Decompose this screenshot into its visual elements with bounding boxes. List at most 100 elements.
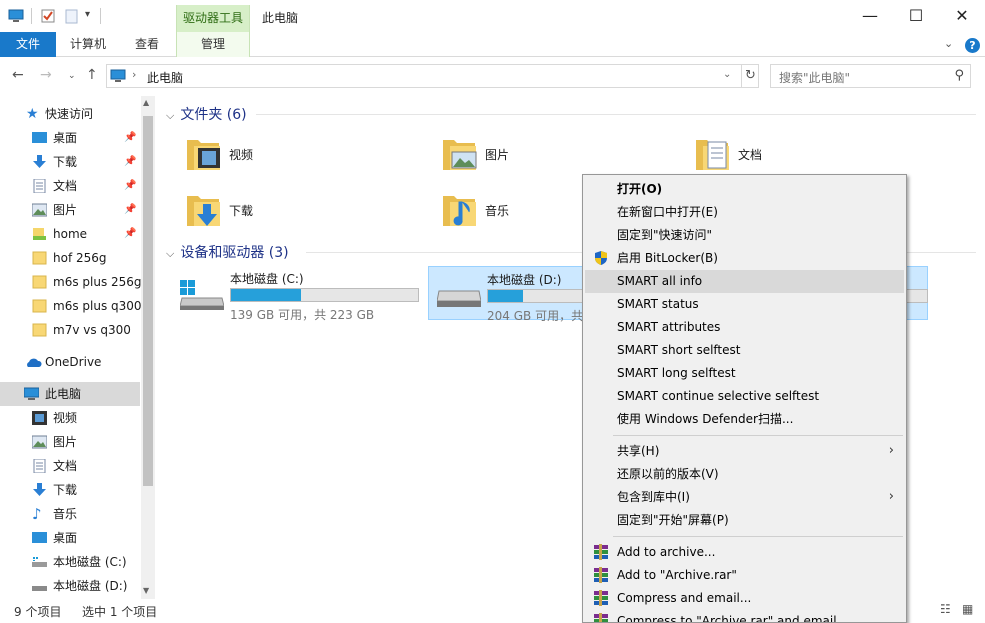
folder-downloads[interactable]: 下载 xyxy=(184,186,434,234)
sidebar-item-downloads-pc[interactable]: 下载 xyxy=(0,478,140,502)
tab-file[interactable]: 文件 xyxy=(0,32,56,57)
address-dropdown-icon[interactable]: ⌄ xyxy=(723,69,731,80)
menu-item[interactable]: Compress and email... xyxy=(585,587,904,610)
document-folder-icon xyxy=(696,140,729,170)
tab-manage[interactable]: 管理 xyxy=(176,32,250,57)
menu-item[interactable]: SMART all info xyxy=(585,270,904,293)
sidebar-item-music[interactable]: ♪ 音乐 xyxy=(0,502,140,526)
sidebar-item-desktop[interactable]: 桌面 📌 xyxy=(0,126,140,150)
sidebar-item-pictures[interactable]: 图片 📌 xyxy=(0,198,140,222)
sidebar-item-documents[interactable]: 文档 📌 xyxy=(0,174,140,198)
sidebar-item-onedrive[interactable]: OneDrive xyxy=(0,350,140,374)
chevron-down-icon[interactable]: ⌵ xyxy=(166,247,174,260)
forward-icon[interactable]: → xyxy=(40,67,52,83)
menu-item[interactable]: 在新窗口中打开(E) xyxy=(585,201,904,224)
pin-icon[interactable]: 📌 xyxy=(124,222,136,246)
details-view-icon[interactable]: ☷ xyxy=(940,602,956,616)
sidebar-item-m6s-q300[interactable]: m6s plus q300 xyxy=(0,294,142,318)
menu-item[interactable]: 还原以前的版本(V) xyxy=(585,463,904,486)
sidebar-item-this-pc[interactable]: 此电脑 xyxy=(0,382,140,406)
computer-icon[interactable] xyxy=(8,8,24,24)
folder-videos[interactable]: 视频 xyxy=(184,130,434,178)
pin-icon[interactable]: 📌 xyxy=(124,198,136,222)
pin-icon[interactable]: 📌 xyxy=(124,150,136,174)
sidebar-item-downloads[interactable]: 下载 📌 xyxy=(0,150,140,174)
menu-item-label: SMART continue selective selftest xyxy=(617,389,820,403)
menu-item-label: 启用 BitLocker(B) xyxy=(617,251,718,265)
breadcrumb[interactable]: 此电脑 xyxy=(147,69,183,86)
address-bar[interactable]: › 此电脑 ⌄ ↻ xyxy=(106,64,759,88)
refresh-icon[interactable]: ↻ xyxy=(741,65,759,87)
menu-item[interactable]: Compress to "Archive.rar" and email xyxy=(585,610,904,622)
scrollbar-thumb[interactable] xyxy=(143,116,153,486)
winrar-icon xyxy=(594,544,608,560)
sidebar-scrollbar[interactable]: ▲ ▼ xyxy=(141,96,155,599)
menu-item[interactable]: SMART continue selective selftest xyxy=(585,385,904,408)
menu-item[interactable]: SMART short selftest xyxy=(585,339,904,362)
folder-documents[interactable]: 文档 xyxy=(693,130,943,178)
folder-pictures[interactable]: 图片 xyxy=(440,130,690,178)
folder-icon xyxy=(32,323,47,337)
sidebar-item-drive-d[interactable]: 本地磁盘 (D:) xyxy=(0,574,140,598)
pin-icon[interactable]: 📌 xyxy=(124,174,136,198)
sidebar-item-pictures-pc[interactable]: 图片 xyxy=(0,430,140,454)
search-input[interactable]: 搜索"此电脑" ⚲ xyxy=(770,64,971,88)
sidebar-item-m6s-256g[interactable]: m6s plus 256g xyxy=(0,270,142,294)
menu-item-label: Add to "Archive.rar" xyxy=(617,568,737,582)
menu-item[interactable]: 启用 BitLocker(B) xyxy=(585,247,904,270)
separator xyxy=(100,8,101,24)
maximize-button[interactable]: ☐ xyxy=(893,0,939,32)
sidebar-item-documents-pc[interactable]: 文档 xyxy=(0,454,140,478)
menu-item-label: SMART all info xyxy=(617,274,703,288)
download-folder-icon xyxy=(187,196,220,226)
drives-group-header[interactable]: ⌵ 设备和驱动器 (3) xyxy=(166,242,289,262)
winrar-icon xyxy=(594,613,608,622)
menu-item[interactable]: Add to "Archive.rar" xyxy=(585,564,904,587)
properties-icon[interactable] xyxy=(40,8,56,24)
download-icon xyxy=(33,155,46,168)
menu-item[interactable]: SMART long selftest xyxy=(585,362,904,385)
sidebar-item-desktop-pc[interactable]: 桌面 xyxy=(0,526,140,550)
sidebar-item-videos[interactable]: 视频 xyxy=(0,406,140,430)
menu-item[interactable]: 固定到"开始"屏幕(P) xyxy=(585,509,904,532)
folders-group-header[interactable]: ⌵ 文件夹 (6) xyxy=(166,104,247,124)
menu-item[interactable]: 打开(O) xyxy=(585,178,904,201)
picture-icon xyxy=(32,435,47,449)
sidebar-item-home[interactable]: home 📌 xyxy=(0,222,140,246)
menu-item[interactable]: SMART attributes xyxy=(585,316,904,339)
back-icon[interactable]: ← xyxy=(12,67,24,83)
scroll-up-icon[interactable]: ▲ xyxy=(143,98,149,107)
search-icon[interactable]: ⚲ xyxy=(954,68,964,83)
up-icon[interactable]: ↑ xyxy=(86,67,98,83)
close-button[interactable]: ✕ xyxy=(939,0,985,32)
winrar-icon xyxy=(594,567,608,583)
menu-item[interactable]: Add to archive... xyxy=(585,541,904,564)
sidebar-item-quick-access[interactable]: ★ 快速访问 xyxy=(0,102,140,126)
scroll-down-icon[interactable]: ▼ xyxy=(143,586,149,595)
tab-computer[interactable]: 计算机 xyxy=(60,32,116,57)
drive-c[interactable]: 本地磁盘 (C:) 139 GB 可用，共 223 GB xyxy=(172,266,419,322)
menu-item[interactable]: 共享(H) › xyxy=(585,440,904,463)
ribbon-expand-icon[interactable]: ⌄ xyxy=(944,37,953,50)
sidebar-item-hof[interactable]: hof 256g xyxy=(0,246,140,270)
pin-icon[interactable]: 📌 xyxy=(124,126,136,150)
menu-item-label: Add to archive... xyxy=(617,545,716,559)
minimize-button[interactable]: — xyxy=(847,0,893,32)
quick-access-dropdown-icon[interactable]: ▾ xyxy=(85,9,90,20)
sidebar-item-m7v[interactable]: m7v vs q300 xyxy=(0,318,140,342)
navigation-pane: ★ 快速访问 桌面 📌 下载 📌 文档 📌 图片 📌 home 📌 hof 25… xyxy=(0,96,155,599)
recent-locations-icon[interactable]: ⌄ xyxy=(68,71,76,81)
menu-item[interactable]: 包含到库中(I) › xyxy=(585,486,904,509)
new-folder-icon[interactable] xyxy=(64,8,80,24)
tab-view[interactable]: 查看 xyxy=(120,32,174,57)
sidebar-item-drive-c[interactable]: 本地磁盘 (C:) xyxy=(0,550,140,574)
menu-item[interactable]: 使用 Windows Defender扫描... xyxy=(585,408,904,431)
menu-item[interactable]: SMART status xyxy=(585,293,904,316)
drive-icon xyxy=(32,586,47,591)
breadcrumb-chevron-icon[interactable]: › xyxy=(132,68,136,81)
help-button[interactable]: ? xyxy=(965,38,980,53)
menu-item[interactable]: 固定到"快速访问" xyxy=(585,224,904,247)
desktop-icon xyxy=(32,532,47,543)
large-icons-view-icon[interactable]: ▦ xyxy=(962,602,978,616)
chevron-down-icon[interactable]: ⌵ xyxy=(166,109,174,122)
